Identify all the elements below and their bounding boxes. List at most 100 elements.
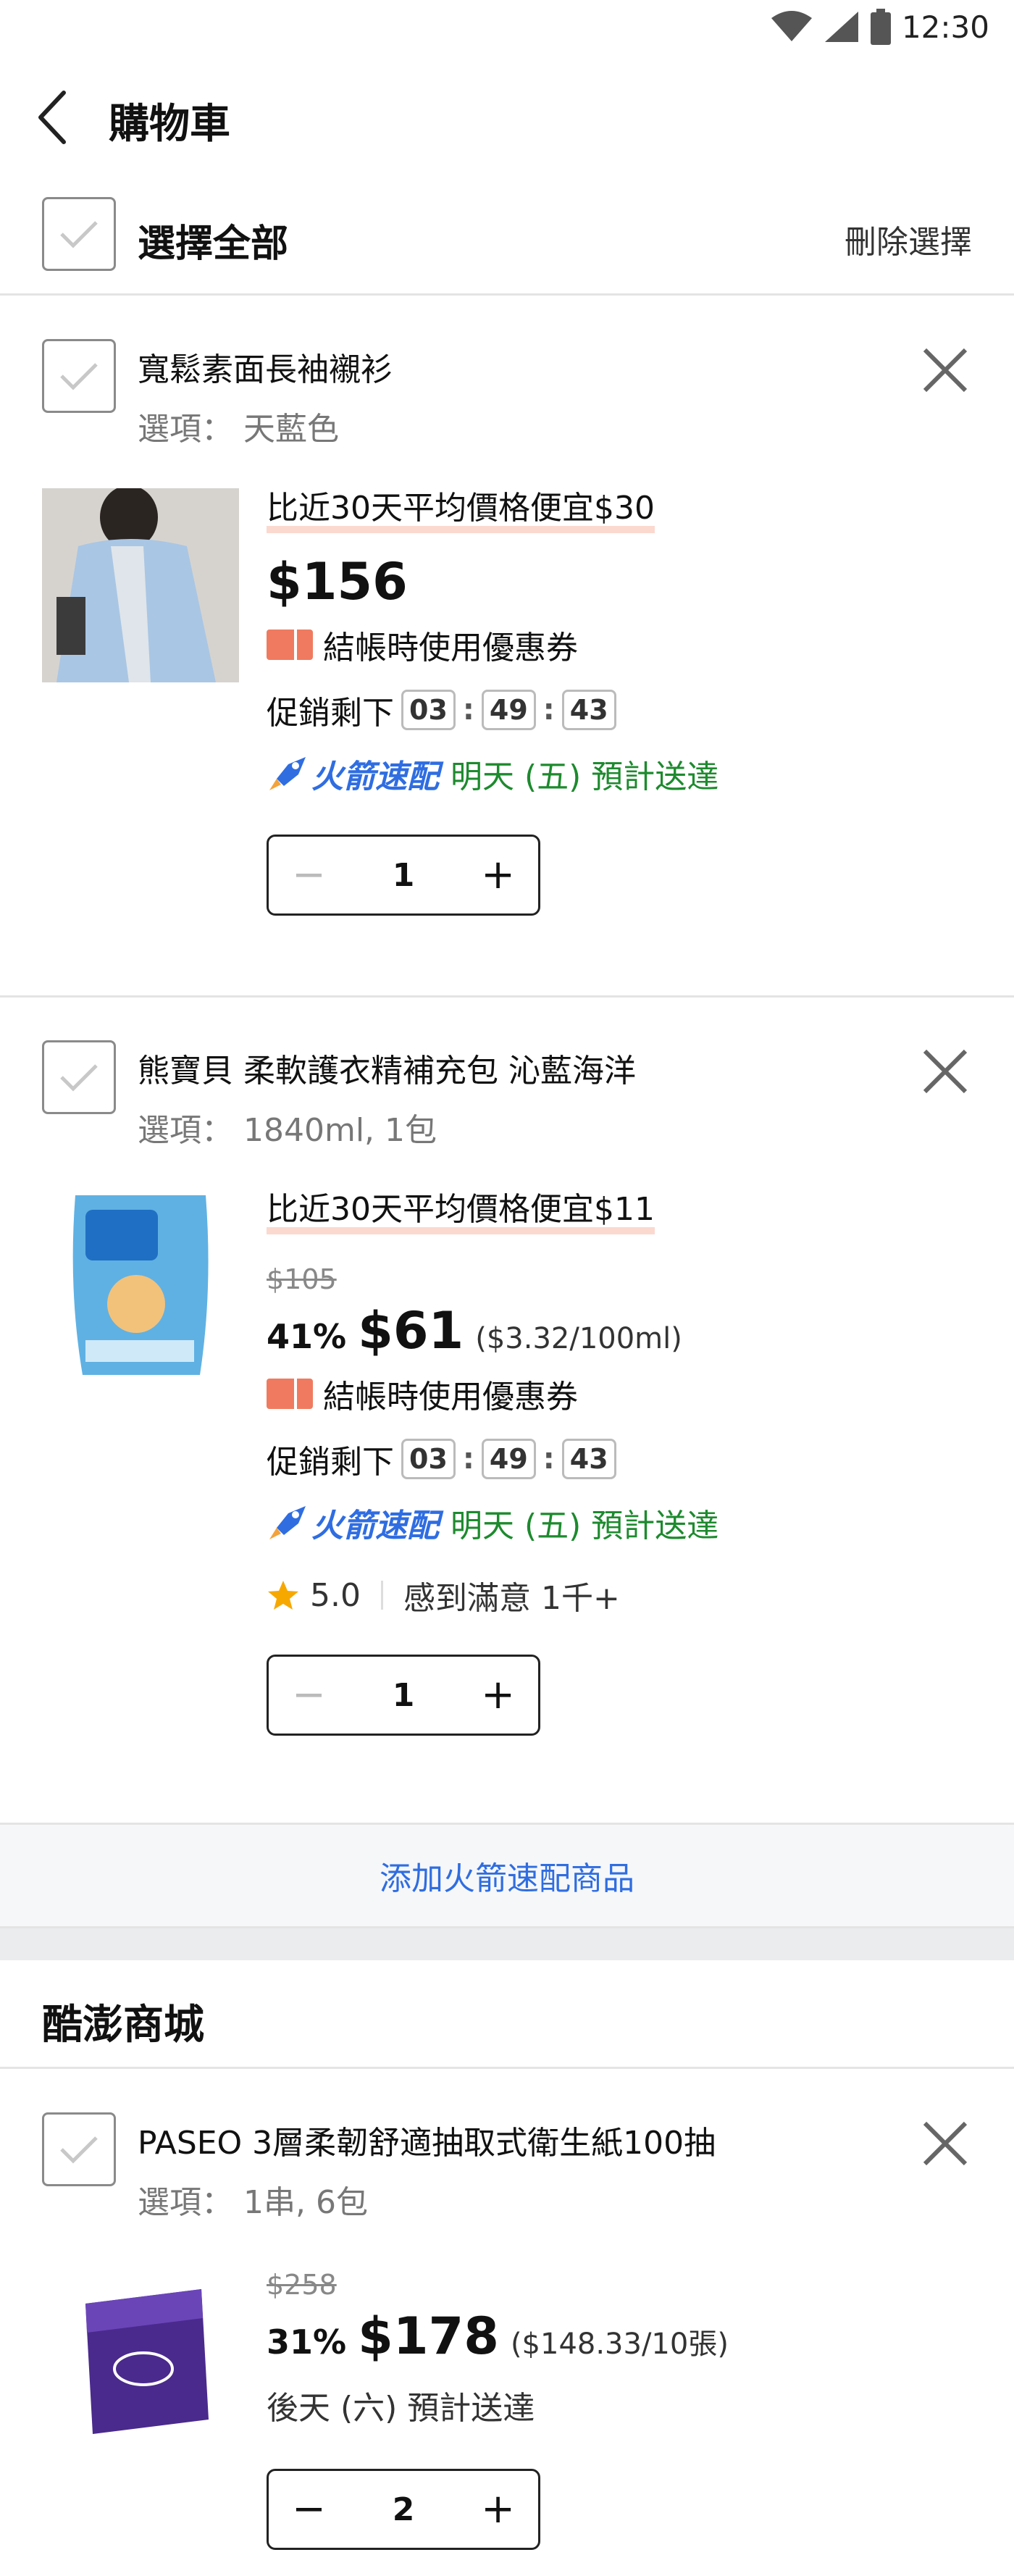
remove-item-button[interactable]: [918, 343, 972, 397]
check-icon: [60, 2136, 98, 2164]
price-compare-note: 比近30天平均價格便宜$11: [267, 1192, 655, 1235]
rocket-badge: 火箭速配: [267, 1500, 439, 1546]
satisfaction-text: 感到滿意 1千+: [403, 1580, 620, 1618]
discount-percent: 31%: [267, 2322, 347, 2362]
select-all-checkbox[interactable]: [42, 197, 116, 271]
add-rocket-items-bar[interactable]: 添加火箭速配商品: [0, 1823, 1014, 1928]
timer-minutes: 49: [481, 690, 536, 731]
rocket-label: 火箭速配: [311, 758, 439, 796]
unit-price: ($3.32/100ml): [475, 1322, 682, 1356]
check-icon: [60, 221, 98, 248]
tissue-product-image: [42, 2260, 239, 2454]
rating-value: 5.0: [310, 1576, 361, 1614]
promo-label: 促銷剩下: [267, 1444, 394, 1481]
quantity-increase-button[interactable]: +: [481, 1675, 515, 1715]
close-icon: [923, 2121, 968, 2166]
rating-row: 5.0 感到滿意 1千+: [267, 1572, 718, 1618]
softener-product-image: [42, 1188, 239, 1382]
check-icon: [60, 1064, 98, 1092]
item-title[interactable]: 熊寶貝 柔軟護衣精補充包 沁藍海洋: [138, 1045, 636, 1091]
seller-name[interactable]: 酷澎商城: [42, 1992, 204, 2051]
item-checkbox[interactable]: [42, 339, 116, 413]
close-icon: [923, 1049, 968, 1094]
quantity-increase-button[interactable]: +: [481, 2489, 515, 2530]
quantity-value[interactable]: 2: [393, 2491, 415, 2528]
rocket-icon: [269, 757, 306, 791]
discount-line: 41% $61 ($3.32/100ml): [267, 1301, 718, 1360]
select-all-label: 選擇全部: [138, 222, 289, 266]
rating-divider: [380, 1581, 383, 1610]
section-gap: [0, 1928, 1014, 1960]
quantity-stepper: − 1 +: [267, 835, 540, 916]
cart-item: 熊寶貝 柔軟護衣精補充包 沁藍海洋 選項： 1840ml, 1包 比近30天平均…: [0, 998, 1014, 1823]
coupon-icon: [267, 1379, 313, 1410]
seller-header: 酷澎商城: [0, 1960, 1014, 2069]
quantity-decrease-button[interactable]: −: [292, 2489, 326, 2530]
item-option[interactable]: 選項： 1840ml, 1包: [138, 1104, 437, 1150]
quantity-decrease-button[interactable]: −: [292, 1675, 326, 1715]
app-header: 購物車: [0, 72, 1014, 159]
delivery-date: 明天 (五) 預計送達: [451, 758, 719, 796]
quantity-stepper: − 2 +: [267, 2469, 540, 2550]
timer-hours: 03: [401, 690, 456, 731]
close-icon: [923, 348, 968, 393]
quantity-increase-button[interactable]: +: [481, 855, 515, 895]
timer-seconds: 43: [561, 1439, 616, 1480]
item-info: $258 31% $178 ($148.33/10張) 後天 (六) 預計送達 …: [267, 2269, 729, 2550]
coupon-text: 結帳時使用優惠券: [323, 1379, 578, 1416]
delete-selected-button[interactable]: 刪除選擇: [845, 216, 972, 262]
discount-percent: 41%: [267, 1317, 347, 1357]
delivery-row: 火箭速配 明天 (五) 預計送達: [267, 1500, 718, 1546]
quantity-value[interactable]: 1: [393, 857, 415, 894]
coupon-row: 結帳時使用優惠券: [267, 622, 718, 668]
price-compare-note: 比近30天平均價格便宜$30: [267, 490, 655, 534]
cellular-signal-icon: [824, 12, 858, 42]
quantity-decrease-button[interactable]: −: [292, 855, 326, 895]
quantity-value[interactable]: 1: [393, 1677, 415, 1714]
promo-label: 促銷剩下: [267, 695, 394, 732]
rocket-icon: [269, 1506, 306, 1540]
unit-price: ($148.33/10張): [510, 2328, 729, 2361]
item-title[interactable]: PASEO 3層柔韌舒適抽取式衛生紙100抽: [138, 2117, 716, 2163]
cart-item: PASEO 3層柔韌舒適抽取式衛生紙100抽 選項： 1串, 6包 $258 3…: [0, 2072, 1014, 2576]
promo-timer-row: 促銷剩下 03 : 49 : 43: [267, 1436, 718, 1482]
status-bar: 12:30: [0, 0, 1014, 61]
item-price: $178: [358, 2307, 499, 2366]
coupon-row: 結帳時使用優惠券: [267, 1371, 718, 1417]
item-checkbox[interactable]: [42, 2112, 116, 2186]
discount-line: 31% $178 ($148.33/10張): [267, 2307, 729, 2366]
chevron-left-icon: [38, 91, 66, 144]
rocket-badge: 火箭速配: [267, 750, 439, 797]
status-time: 12:30: [901, 9, 989, 45]
item-option[interactable]: 選項： 天藍色: [138, 403, 339, 449]
item-option[interactable]: 選項： 1串, 6包: [138, 2176, 368, 2222]
timer-minutes: 49: [481, 1439, 536, 1480]
delivery-date: 後天 (六) 預計送達: [267, 2390, 535, 2427]
star-icon: [268, 1581, 298, 1610]
quantity-stepper: − 1 +: [267, 1655, 540, 1736]
item-info: 比近30天平均價格便宜$30 $156 結帳時使用優惠券 促銷剩下 03 : 4…: [267, 490, 718, 916]
coupon-text: 結帳時使用優惠券: [323, 630, 578, 667]
wifi-icon: [771, 11, 812, 41]
remove-item-button[interactable]: [918, 2117, 972, 2170]
delivery-date: 明天 (五) 預計送達: [451, 1507, 719, 1545]
cart-item: 寬鬆素面長袖襯衫 選項： 天藍色 比近30天平均價格便宜$30 $156 結帳時…: [0, 297, 1014, 995]
battery-icon: [870, 9, 891, 45]
product-image[interactable]: [42, 2260, 239, 2454]
shirt-product-image: [42, 485, 239, 682]
product-image[interactable]: [42, 1188, 239, 1382]
remove-item-button[interactable]: [918, 1045, 972, 1098]
timer-hours: 03: [401, 1439, 456, 1480]
original-price: $258: [267, 2269, 337, 2301]
coupon-icon: [267, 630, 313, 661]
divider: [0, 995, 1014, 998]
delivery-row: 火箭速配 明天 (五) 預計送達: [267, 750, 718, 797]
item-info: 比近30天平均價格便宜$11 $105 41% $61 ($3.32/100ml…: [267, 1192, 718, 1736]
back-button[interactable]: [36, 88, 80, 146]
check-icon: [60, 363, 98, 390]
item-title[interactable]: 寬鬆素面長袖襯衫: [138, 343, 393, 390]
status-icons: 12:30: [770, 9, 989, 45]
item-checkbox[interactable]: [42, 1040, 116, 1114]
add-rocket-items-link[interactable]: 添加火箭速配商品: [380, 1852, 634, 1899]
product-image[interactable]: [42, 485, 239, 682]
